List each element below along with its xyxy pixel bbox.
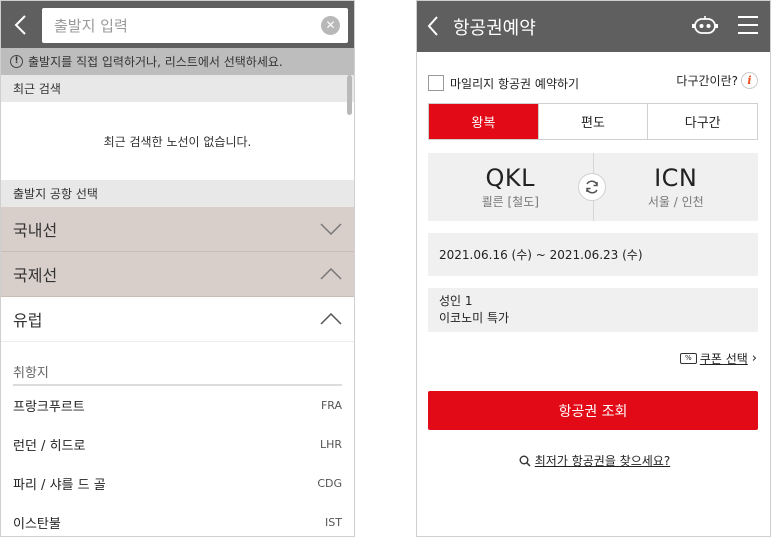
airport-select-heading-text: 출발지 공항 선택 — [13, 187, 98, 201]
notice-text: 출발지를 직접 입력하거나, 리스트에서 선택하세요. — [28, 55, 283, 69]
travel-dates-text: 2021.06.16 (수) ~ 2021.06.23 (수) — [439, 248, 643, 262]
chevron-up-icon — [320, 268, 342, 280]
mileage-option-row: 마일리지 항공권 예약하기 다구간이란? i — [428, 72, 758, 94]
chevron-left-icon — [14, 15, 26, 35]
city-code: IST — [325, 516, 342, 529]
chevron-up-icon — [320, 313, 342, 325]
booking-header: 항공권예약 — [417, 1, 770, 52]
chevron-right-icon: › — [751, 351, 757, 366]
multi-city-help-link[interactable]: 다구간이란? i — [676, 72, 758, 89]
city-name: 파리 / 샤를 드 골 — [13, 478, 106, 493]
search-header: ✕ — [1, 1, 354, 48]
back-button[interactable] — [427, 13, 445, 39]
city-name: 이스탄불 — [13, 517, 61, 532]
departure-search-input[interactable] — [42, 8, 348, 43]
chevron-left-icon — [427, 16, 438, 36]
city-code: CDG — [317, 477, 342, 490]
tab-round-trip[interactable]: 왕복 — [429, 104, 538, 139]
city-name: 프랑크푸르트 — [13, 400, 85, 415]
scrollbar[interactable] — [347, 75, 352, 115]
city-code: FRA — [320, 399, 342, 412]
hamburger-menu-icon[interactable] — [738, 16, 758, 36]
flight-search-button[interactable]: 항공권 조회 — [428, 391, 758, 430]
city-item-cdg[interactable]: 파리 / 샤를 드 골 CDG — [1, 464, 354, 503]
route-selector: QKL 쾰른 [철도] ICN 서울 / 인천 — [428, 153, 758, 221]
swap-route-icon[interactable] — [578, 173, 606, 201]
airport-select-heading: 출발지 공항 선택 — [1, 180, 354, 207]
accordion-label: 유럽 — [13, 311, 43, 330]
flight-booking-screen: 항공권예약 마일리지 항공권 예약하기 다구간이란? i 왕복 편도 다구간 Q… — [416, 0, 771, 537]
recent-search-heading-text: 최근 검색 — [13, 82, 61, 96]
tab-multi-city[interactable]: 다구간 — [647, 104, 758, 139]
city-name: 런던 / 히드로 — [13, 439, 86, 454]
trip-type-tabs: 왕복 편도 다구간 — [428, 103, 758, 140]
passenger-cabin-selector[interactable]: 성인 1 이코노미 특가 — [428, 288, 758, 332]
coupon-select-link[interactable]: % 쿠폰 선택 › — [679, 350, 757, 367]
accordion-domestic[interactable]: 국내선 — [1, 207, 354, 252]
accordion-label: 국제선 — [13, 266, 58, 285]
multi-city-help-text: 다구간이란? — [676, 74, 738, 88]
city-item-ist[interactable]: 이스탄불 IST — [1, 503, 354, 536]
lowest-fare-text: 최저가 항공권을 찾으세요? — [534, 454, 671, 468]
departure-select-screen: ✕ ! 출발지를 직접 입력하거나, 리스트에서 선택하세요. 최근 검색 최근… — [0, 0, 355, 537]
recent-search-heading: 최근 검색 — [1, 75, 354, 102]
chevron-down-icon — [320, 223, 342, 235]
travel-dates[interactable]: 2021.06.16 (수) ~ 2021.06.23 (수) — [428, 233, 758, 276]
destination-code: ICN — [654, 164, 698, 192]
recent-search-empty: 최근 검색한 노선이 없습니다. — [1, 102, 354, 180]
destination-city: 서울 / 인천 — [647, 195, 704, 209]
cabin-class: 이코노미 특가 — [439, 311, 510, 325]
exclamation-icon: ! — [10, 55, 23, 68]
lowest-fare-link[interactable]: 최저가 항공권을 찾으세요? — [417, 452, 770, 469]
destination-airport[interactable]: ICN 서울 / 인천 — [594, 153, 759, 221]
clear-input-icon[interactable]: ✕ — [321, 16, 340, 35]
accordion-label: 국내선 — [13, 221, 58, 240]
mileage-label: 마일리지 항공권 예약하기 — [450, 76, 580, 91]
chatbot-icon[interactable] — [692, 15, 718, 37]
departure-search-box: ✕ — [42, 8, 348, 43]
destinations-label: 취항지 — [13, 366, 49, 381]
coupon-select-text: 쿠폰 선택 — [699, 352, 748, 366]
origin-airport[interactable]: QKL 쾰른 [철도] — [428, 153, 593, 221]
tab-one-way[interactable]: 편도 — [537, 104, 648, 139]
accordion-international[interactable]: 국제선 — [1, 252, 354, 297]
city-item-lhr[interactable]: 런던 / 히드로 LHR — [1, 425, 354, 464]
ticket-icon: % — [679, 353, 697, 364]
mileage-checkbox[interactable] — [428, 75, 444, 91]
recent-search-empty-text: 최근 검색한 노선이 없습니다. — [103, 134, 252, 149]
back-button[interactable] — [7, 10, 33, 40]
city-item-fra[interactable]: 프랑크푸르트 FRA — [1, 386, 354, 425]
search-notice: ! 출발지를 직접 입력하거나, 리스트에서 선택하세요. — [1, 48, 354, 75]
passenger-count: 성인 1 — [439, 294, 473, 308]
city-code: LHR — [319, 438, 342, 451]
origin-code: QKL — [485, 164, 535, 192]
search-icon — [519, 455, 531, 467]
origin-city: 쾰른 [철도] — [481, 195, 539, 209]
page-title: 항공권예약 — [453, 18, 536, 39]
info-icon: i — [741, 72, 758, 89]
accordion-europe[interactable]: 유럽 — [1, 297, 354, 342]
